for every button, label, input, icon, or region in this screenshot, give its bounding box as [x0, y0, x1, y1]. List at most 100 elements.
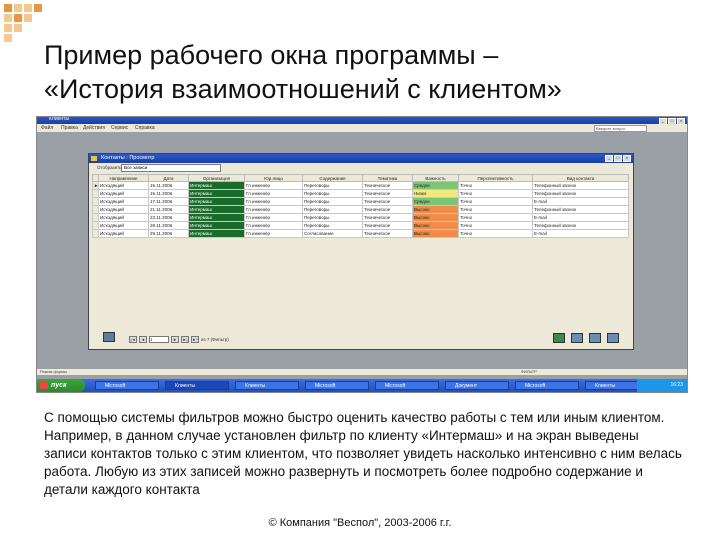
table-cell[interactable]: Интермаш: [188, 181, 245, 190]
table-cell[interactable]: Точно: [458, 189, 533, 198]
table-cell[interactable]: Переговоры: [302, 189, 363, 198]
table-row[interactable]: Исходящий 28.11.2006 Интермаш Гл.инженер Пер…: [92, 221, 629, 230]
table-cell[interactable]: Переговоры: [302, 221, 363, 230]
table-cell[interactable]: Средне: [412, 181, 459, 190]
column-header[interactable]: Организация: [188, 174, 245, 182]
table-cell[interactable]: E-mail: [532, 229, 629, 238]
table-cell[interactable]: Высоко: [412, 221, 459, 230]
taskbar-item[interactable]: Документ: [445, 381, 509, 390]
menu-edit[interactable]: Правка: [61, 125, 78, 131]
table-row[interactable]: Исходящий 29.11.2006 Интермаш Гл.инженер Сог…: [92, 229, 629, 238]
column-header[interactable]: Юр.лицо: [244, 174, 303, 182]
table-cell[interactable]: Переговоры: [302, 181, 363, 190]
table-cell[interactable]: Исходящий: [98, 197, 149, 206]
close-icon[interactable]: ×: [623, 155, 631, 162]
table-cell[interactable]: Телефонный звонок: [532, 181, 629, 190]
filter-select[interactable]: Все записи: [121, 164, 221, 172]
close-form-icon[interactable]: [607, 333, 619, 343]
table-cell[interactable]: Точно: [458, 197, 533, 206]
menu-help[interactable]: Справка: [135, 125, 155, 131]
table-cell[interactable]: Гл.инженер: [244, 189, 303, 198]
table-cell[interactable]: Техническое: [362, 221, 413, 230]
table-cell[interactable]: 15.11.2006: [148, 181, 189, 190]
table-cell[interactable]: E-mail: [532, 213, 629, 222]
table-row[interactable]: Исходящий 23.11.2006 Интермаш Гл.инженер Пер…: [92, 213, 629, 222]
start-button[interactable]: пуск: [37, 379, 85, 392]
table-cell[interactable]: 17.11.2006: [148, 197, 189, 206]
table-cell[interactable]: Интермаш: [188, 197, 245, 206]
table-cell[interactable]: Низко: [412, 189, 459, 198]
table-cell[interactable]: Гл.инженер: [244, 229, 303, 238]
record-number-input[interactable]: 1: [149, 335, 169, 343]
column-header[interactable]: Тематика: [362, 174, 413, 182]
table-cell[interactable]: Телефонный звонок: [532, 221, 629, 230]
taskbar-item[interactable]: Microsoft: [515, 381, 579, 390]
table-cell[interactable]: Высоко: [412, 213, 459, 222]
table-cell[interactable]: Точно: [458, 213, 533, 222]
table-cell[interactable]: Техническое: [362, 189, 413, 198]
prev-record-icon[interactable]: ◄: [139, 335, 147, 343]
next-record-icon[interactable]: ►: [171, 335, 179, 343]
menu-file[interactable]: Файл: [41, 125, 53, 131]
form-view-icon[interactable]: [103, 332, 115, 342]
column-header[interactable]: Направление: [98, 174, 149, 182]
taskbar-item[interactable]: Клиенты: [235, 381, 299, 390]
maximize-icon[interactable]: □: [614, 155, 622, 162]
table-cell[interactable]: Интермаш: [188, 221, 245, 230]
table-cell[interactable]: 21.11.2006: [148, 205, 189, 214]
table-cell[interactable]: Интермаш: [188, 213, 245, 222]
column-header[interactable]: Важность: [412, 174, 459, 182]
table-cell[interactable]: Исходящий: [98, 229, 149, 238]
menu-service[interactable]: Сервис: [111, 125, 128, 131]
new-record-icon[interactable]: ►*: [191, 335, 199, 343]
minimize-icon[interactable]: _: [605, 155, 613, 162]
table-cell[interactable]: 15.11.2006: [148, 189, 189, 198]
table-cell[interactable]: Исходящий: [98, 189, 149, 198]
table-cell[interactable]: Интермаш: [188, 229, 245, 238]
column-header[interactable]: Содержание: [302, 174, 363, 182]
table-cell[interactable]: Гл.инженер: [244, 213, 303, 222]
table-cell[interactable]: Согласование: [302, 229, 363, 238]
table-cell[interactable]: Гл.инженер: [244, 197, 303, 206]
table-cell[interactable]: Точно: [458, 221, 533, 230]
column-header[interactable]: Перспективность: [458, 174, 533, 182]
table-cell[interactable]: Гл.инженер: [244, 205, 303, 214]
table-cell[interactable]: Исходящий: [98, 181, 149, 190]
table-cell[interactable]: E-mail: [532, 197, 629, 206]
table-cell[interactable]: Точно: [458, 229, 533, 238]
table-cell[interactable]: Техническое: [362, 181, 413, 190]
menu-actions[interactable]: Действия: [83, 125, 105, 131]
print-icon[interactable]: [589, 333, 601, 343]
table-cell[interactable]: Техническое: [362, 205, 413, 214]
table-cell[interactable]: Высоко: [412, 229, 459, 238]
table-cell[interactable]: Техническое: [362, 229, 413, 238]
table-cell[interactable]: Переговоры: [302, 197, 363, 206]
taskbar-item[interactable]: Клиенты: [165, 381, 229, 390]
first-record-icon[interactable]: |◄: [129, 335, 137, 343]
table-cell[interactable]: Гл.инженер: [244, 181, 303, 190]
table-cell[interactable]: Переговоры: [302, 213, 363, 222]
table-cell[interactable]: 28.11.2006: [148, 221, 189, 230]
taskbar-item[interactable]: Microsoft: [375, 381, 439, 390]
column-header[interactable]: Вид контакта: [532, 174, 629, 182]
open-record-icon[interactable]: [571, 333, 583, 343]
table-cell[interactable]: Интермаш: [188, 205, 245, 214]
column-header[interactable]: Дата: [148, 174, 189, 182]
help-question-input[interactable]: Введите вопрос: [594, 125, 647, 132]
table-cell[interactable]: Исходящий: [98, 205, 149, 214]
table-row[interactable]: Исходящий 15.11.2006 Интермаш Гл.инженер Пер…: [92, 189, 629, 198]
taskbar-item[interactable]: Microsoft: [95, 381, 159, 390]
table-cell[interactable]: Исходящий: [98, 221, 149, 230]
table-cell[interactable]: Точно: [458, 181, 533, 190]
table-cell[interactable]: 29.11.2006: [148, 229, 189, 238]
table-cell[interactable]: 23.11.2006: [148, 213, 189, 222]
table-cell[interactable]: Переговоры: [302, 205, 363, 214]
table-cell[interactable]: Техническое: [362, 213, 413, 222]
table-cell[interactable]: Средне: [412, 197, 459, 206]
table-row[interactable]: ► Исходящий 15.11.2006 Интермаш Гл.инженер Пе…: [92, 181, 629, 190]
table-cell[interactable]: Техническое: [362, 197, 413, 206]
taskbar-item[interactable]: Microsoft: [305, 381, 369, 390]
table-cell[interactable]: Исходящий: [98, 213, 149, 222]
table-cell[interactable]: Высоко: [412, 205, 459, 214]
table-cell[interactable]: Интермаш: [188, 189, 245, 198]
